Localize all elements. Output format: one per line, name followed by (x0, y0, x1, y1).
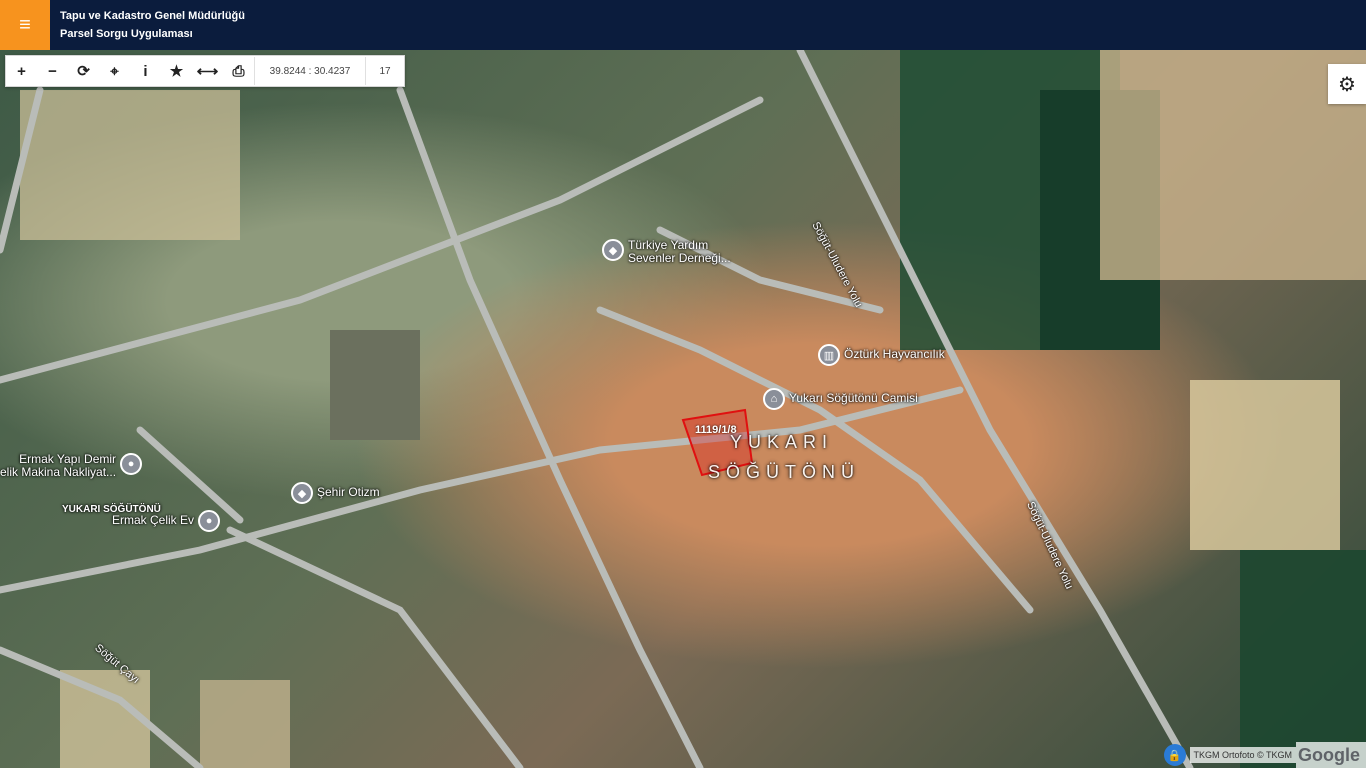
info-icon: i (143, 62, 148, 80)
hamburger-icon: ≡ (19, 13, 31, 36)
print-button[interactable]: ⎙ (223, 56, 254, 86)
parcel-label[interactable]: 1119/1/8 (695, 424, 737, 436)
app-header: ≡ Tapu ve Kadastro Genel Müdürlüğü Parse… (0, 0, 1366, 50)
print-icon: ⎙ (232, 62, 245, 80)
school-icon: ◆ (291, 482, 313, 504)
attribution-text[interactable]: TKGM Ortofoto © TKGM (1189, 747, 1296, 763)
zoom-out-icon: − (48, 62, 57, 80)
measure-icon: ⟷ (196, 63, 219, 80)
locate-icon: ⌖ (110, 62, 119, 80)
location-pin-icon: ● (198, 510, 221, 532)
refresh-button[interactable]: ⟳ (68, 56, 99, 86)
zoom-in-button[interactable]: + (6, 56, 37, 86)
settings-button[interactable]: ⚙ (1328, 64, 1366, 104)
info-button[interactable]: i (130, 56, 161, 86)
star-icon: ★ (169, 63, 184, 80)
poi-label: Sevenler Derneği... (628, 251, 731, 265)
area-label: SÖĞÜTÖNÜ (708, 462, 861, 482)
coordinate-display: 39.8244 : 30.4237 (254, 57, 365, 85)
favorite-button[interactable]: ★ (161, 56, 192, 86)
zoom-out-button[interactable]: − (37, 56, 68, 86)
location-pin-icon: ● (120, 453, 143, 475)
poi-label: Yukarı Söğütönü Camisi (789, 391, 918, 405)
poi-ermak-yapi[interactable]: Ermak Yapı Demir elik Makina Nakliyat...… (0, 453, 143, 479)
school-icon: ◆ (602, 239, 624, 261)
zoom-level-display: 17 (365, 57, 404, 85)
measure-button[interactable]: ⟷ (192, 56, 223, 86)
google-logo: Google (1296, 742, 1366, 768)
app-title: Tapu ve Kadastro Genel Müdürlüğü (60, 10, 245, 22)
header-titles: Tapu ve Kadastro Genel Müdürlüğü Parsel … (60, 7, 245, 43)
building-icon: ▥ (818, 344, 840, 366)
zoom-in-icon: + (17, 62, 26, 80)
map-attribution: 🔒 TKGM Ortofoto © TKGM Google (1163, 742, 1366, 768)
gear-icon: ⚙ (1338, 73, 1356, 96)
map-canvas (0, 50, 1366, 768)
poi-label: Ermak Çelik Ev (112, 513, 195, 527)
poi-label: elik Makina Nakliyat... (0, 465, 117, 479)
refresh-icon: ⟳ (77, 63, 90, 80)
poi-ozturk-hayvancilik[interactable]: ▥ Öztürk Hayvancılık (818, 344, 945, 366)
area-label: YUKARI (730, 432, 834, 452)
poi-sehir-otizm[interactable]: ◆ Şehir Otizm (291, 482, 380, 504)
map-view[interactable]: ◆ Türkiye Yardım Sevenler Derneği... ▥ Ö… (0, 50, 1366, 768)
village-label: YUKARI SÖĞÜTÖNÜ (62, 504, 161, 515)
poi-label: Öztürk Hayvancılık (844, 347, 945, 361)
poi-label: Şehir Otizm (317, 485, 380, 499)
menu-button[interactable]: ≡ (0, 0, 50, 50)
poi-turkiye-yardim[interactable]: ◆ Türkiye Yardım Sevenler Derneği... (602, 239, 731, 265)
mosque-icon: ⌂ (763, 388, 785, 410)
lock-icon[interactable]: 🔒 (1163, 744, 1186, 766)
app-subtitle: Parsel Sorgu Uygulaması (60, 28, 193, 40)
locate-button[interactable]: ⌖ (99, 56, 130, 86)
poi-yukari-sogutonu-camisi[interactable]: ⌂ Yukarı Söğütönü Camisi (763, 388, 918, 410)
map-toolbar: + − ⟳ ⌖ i ★ ⟷ ⎙ 39.8244 : 30.4237 17 (5, 55, 405, 87)
